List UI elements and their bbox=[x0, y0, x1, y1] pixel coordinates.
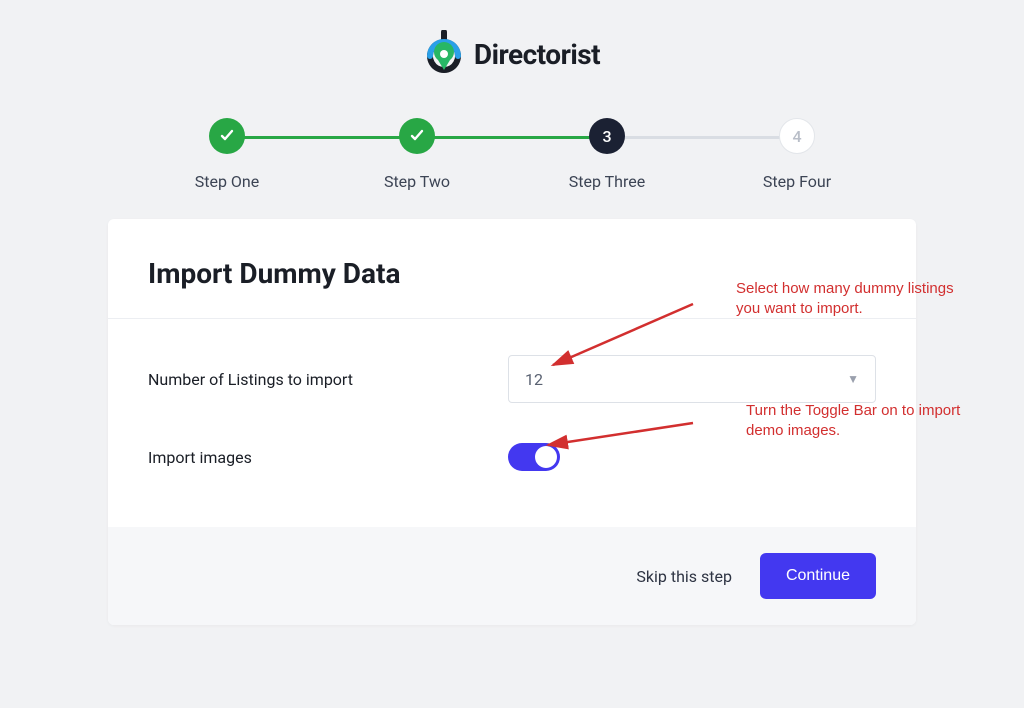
import-images-label: Import images bbox=[148, 448, 508, 467]
brand-name: Directorist bbox=[474, 38, 600, 71]
stepper: Step One Step Two 3 Step Three 4 Step Fo… bbox=[132, 118, 892, 191]
listings-count-value: 12 bbox=[525, 370, 543, 389]
annotation-images: Turn the Toggle Bar on to import demo im… bbox=[746, 401, 966, 440]
directorist-logo-icon bbox=[424, 30, 466, 78]
import-images-toggle[interactable] bbox=[508, 443, 560, 471]
step-three-label: Step Three bbox=[569, 172, 645, 191]
step-two-label: Step Two bbox=[384, 172, 450, 191]
step-four-label: Step Four bbox=[763, 172, 831, 191]
step-two-indicator bbox=[399, 118, 435, 154]
step-four-indicator: 4 bbox=[779, 118, 815, 154]
listings-count-label: Number of Listings to import bbox=[148, 370, 508, 389]
skip-step-link[interactable]: Skip this step bbox=[636, 567, 732, 586]
chevron-down-icon: ▼ bbox=[847, 372, 859, 386]
step-one-label: Step One bbox=[195, 172, 260, 191]
brand-logo: Directorist bbox=[0, 0, 1024, 78]
step-one-indicator bbox=[209, 118, 245, 154]
check-icon bbox=[220, 129, 234, 143]
continue-button[interactable]: Continue bbox=[760, 553, 876, 599]
step-three-indicator: 3 bbox=[589, 118, 625, 154]
toggle-knob bbox=[535, 446, 557, 468]
annotation-listings: Select how many dummy listings you want … bbox=[736, 279, 966, 318]
check-icon bbox=[410, 129, 424, 143]
listings-count-select[interactable]: 12 ▼ bbox=[508, 355, 876, 403]
setup-card: Import Dummy Data Select how many dummy … bbox=[108, 219, 916, 625]
